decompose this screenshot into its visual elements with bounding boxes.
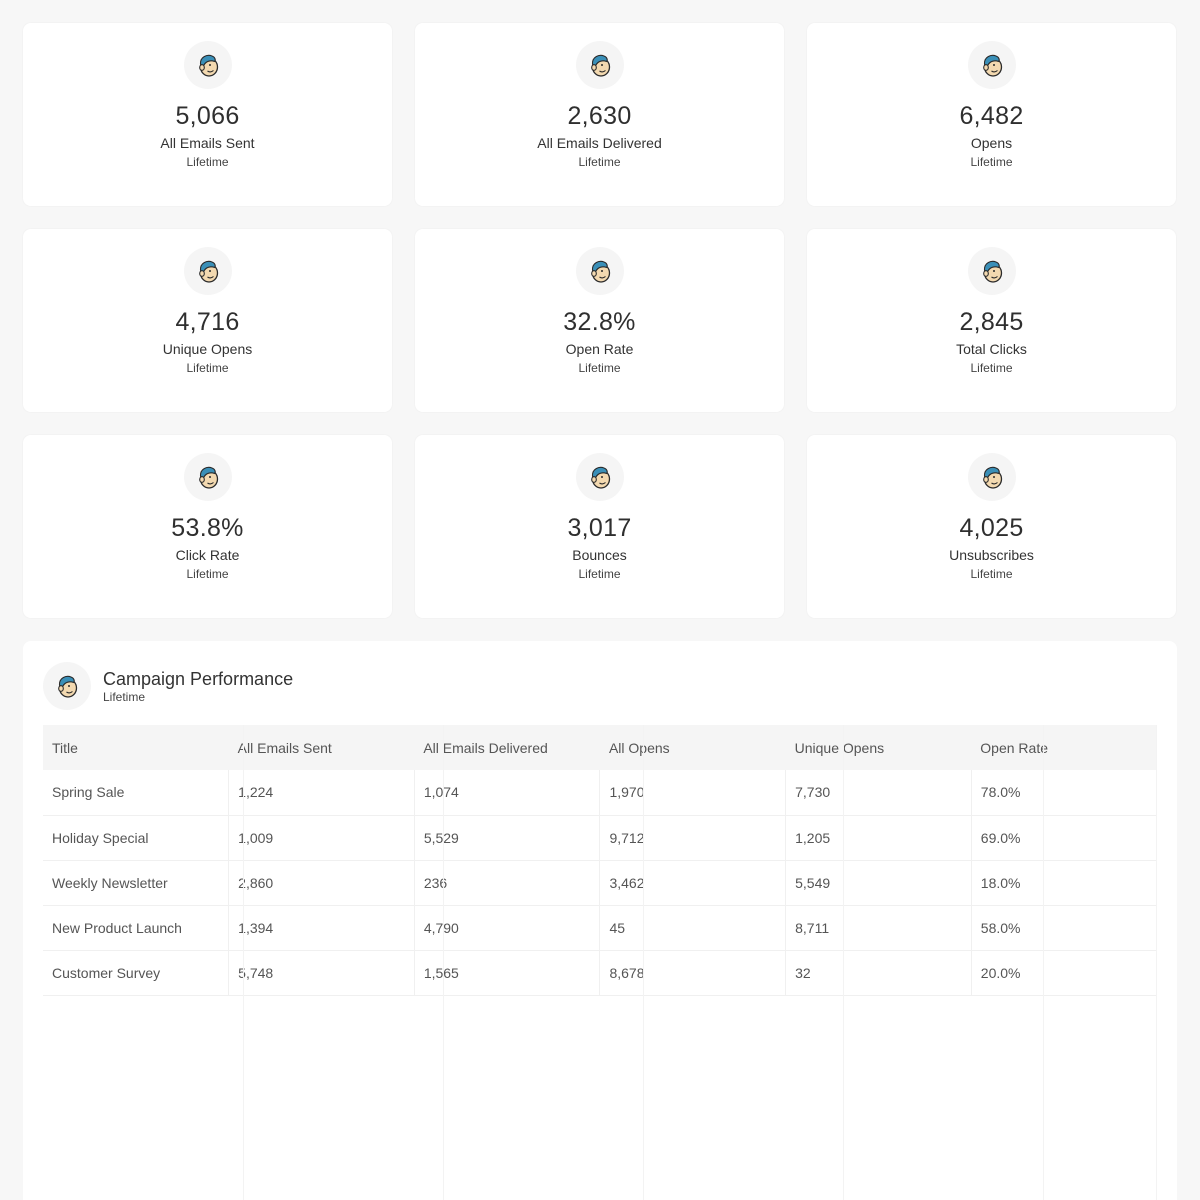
mailchimp-logo-icon bbox=[183, 41, 232, 89]
cell-all-emails-sent: 1,394 bbox=[228, 905, 415, 951]
column-header-unique-opens[interactable]: Unique Opens bbox=[785, 725, 972, 770]
metric-card-opens: 6,482 Opens Lifetime bbox=[807, 23, 1176, 206]
cell-unique-opens: 32 bbox=[785, 950, 972, 996]
metric-value: 5,066 bbox=[175, 102, 240, 130]
cell-all-emails-sent: 5,748 bbox=[228, 950, 415, 996]
metric-value: 3,017 bbox=[567, 514, 632, 542]
mailchimp-logo-icon bbox=[575, 453, 624, 501]
panel-header: Campaign Performance Lifetime bbox=[43, 662, 293, 710]
column-header-all-emails-sent[interactable]: All Emails Sent bbox=[228, 725, 415, 770]
table-row: New Product Launch 1,394 4,790 45 8,711 … bbox=[43, 905, 1157, 951]
metric-label: Unsubscribes bbox=[949, 547, 1034, 563]
metric-value: 53.8% bbox=[171, 514, 244, 542]
metric-label: All Emails Sent bbox=[160, 135, 255, 151]
metric-card-bounces: 3,017 Bounces Lifetime bbox=[415, 435, 784, 618]
column-divider bbox=[1043, 725, 1044, 1200]
column-header-all-opens[interactable]: All Opens bbox=[599, 725, 786, 770]
cell-unique-opens: 5,549 bbox=[785, 860, 972, 906]
panel-title: Campaign Performance bbox=[103, 669, 294, 689]
column-divider bbox=[643, 725, 644, 1200]
table-row: Spring Sale 1,224 1,074 1,970 7,730 78.0… bbox=[43, 770, 1157, 816]
panel-period: Lifetime bbox=[103, 690, 146, 704]
metric-card-total-clicks: 2,845 Total Clicks Lifetime bbox=[807, 229, 1176, 412]
cell-open-rate: 69.0% bbox=[970, 815, 1157, 861]
cell-all-opens: 45 bbox=[599, 905, 786, 951]
metric-period: Lifetime bbox=[578, 155, 621, 169]
cell-unique-opens: 8,711 bbox=[785, 905, 972, 951]
metric-card-open-rate: 32.8% Open Rate Lifetime bbox=[415, 229, 784, 412]
mailchimp-logo-icon bbox=[183, 453, 232, 501]
cell-all-opens: 9,712 bbox=[599, 815, 786, 861]
cell-title: Customer Survey bbox=[43, 950, 229, 996]
metric-period: Lifetime bbox=[186, 155, 229, 169]
cell-all-emails-sent: 1,224 bbox=[228, 770, 415, 816]
column-header-title[interactable]: Title bbox=[43, 725, 229, 770]
column-divider bbox=[443, 725, 444, 1200]
cell-title: New Product Launch bbox=[43, 905, 229, 951]
metric-value: 4,716 bbox=[175, 308, 240, 336]
cell-unique-opens: 7,730 bbox=[785, 770, 972, 816]
metric-label: All Emails Delivered bbox=[537, 135, 662, 151]
metric-period: Lifetime bbox=[186, 361, 229, 375]
campaign-performance-panel: Campaign Performance Lifetime Title All … bbox=[23, 641, 1177, 1200]
column-divider bbox=[843, 725, 844, 1200]
table-row: Weekly Newsletter 2,860 236 3,462 5,549 … bbox=[43, 860, 1157, 906]
cell-open-rate: 20.0% bbox=[970, 950, 1157, 996]
metric-label: Total Clicks bbox=[956, 341, 1027, 357]
mailchimp-logo-icon bbox=[43, 662, 91, 710]
metric-label: Opens bbox=[970, 135, 1013, 151]
metric-value: 32.8% bbox=[563, 308, 636, 336]
cell-open-rate: 78.0% bbox=[970, 770, 1157, 816]
metric-value: 2,630 bbox=[567, 102, 632, 130]
cell-title: Spring Sale bbox=[43, 770, 229, 816]
table-row: Holiday Special 1,009 5,529 9,712 1,205 … bbox=[43, 815, 1157, 861]
metric-label: Bounces bbox=[572, 547, 627, 563]
cell-all-opens: 1,970 bbox=[599, 770, 786, 816]
cell-open-rate: 58.0% bbox=[970, 905, 1157, 951]
metric-period: Lifetime bbox=[970, 567, 1013, 581]
metrics-grid: 5,066 All Emails Sent Lifetime 2,630 All… bbox=[23, 23, 1177, 618]
mailchimp-logo-icon bbox=[575, 247, 624, 295]
metric-period: Lifetime bbox=[186, 567, 229, 581]
metric-period: Lifetime bbox=[578, 567, 621, 581]
metric-label: Click Rate bbox=[175, 547, 240, 563]
cell-all-opens: 8,678 bbox=[599, 950, 786, 996]
metric-card-all-emails-sent: 5,066 All Emails Sent Lifetime bbox=[23, 23, 392, 206]
metric-card-unsubscribes: 4,025 Unsubscribes Lifetime bbox=[807, 435, 1176, 618]
metric-label: Unique Opens bbox=[162, 341, 253, 357]
metric-value: 2,845 bbox=[959, 308, 1024, 336]
metric-card-click-rate: 53.8% Click Rate Lifetime bbox=[23, 435, 392, 618]
cell-title: Weekly Newsletter bbox=[43, 860, 229, 906]
mailchimp-logo-icon bbox=[967, 247, 1016, 295]
metric-value: 6,482 bbox=[959, 102, 1024, 130]
mailchimp-logo-icon bbox=[967, 41, 1016, 89]
metric-label: Open Rate bbox=[565, 341, 634, 357]
cell-all-emails-sent: 2,860 bbox=[228, 860, 415, 906]
cell-unique-opens: 1,205 bbox=[785, 815, 972, 861]
cell-all-emails-sent: 1,009 bbox=[228, 815, 415, 861]
mailchimp-logo-icon bbox=[967, 453, 1016, 501]
cell-title: Holiday Special bbox=[43, 815, 229, 861]
metric-period: Lifetime bbox=[970, 155, 1013, 169]
column-header-open-rate[interactable]: Open Rate bbox=[971, 725, 1157, 770]
metric-period: Lifetime bbox=[578, 361, 621, 375]
mailchimp-logo-icon bbox=[183, 247, 232, 295]
panel-titles: Campaign Performance Lifetime bbox=[103, 668, 293, 704]
cell-open-rate: 18.0% bbox=[970, 860, 1157, 906]
metric-period: Lifetime bbox=[970, 361, 1013, 375]
metric-value: 4,025 bbox=[959, 514, 1024, 542]
column-divider bbox=[243, 725, 244, 1200]
metric-card-all-emails-delivered: 2,630 All Emails Delivered Lifetime bbox=[415, 23, 784, 206]
column-divider bbox=[1156, 725, 1157, 1200]
cell-all-opens: 3,462 bbox=[599, 860, 786, 906]
campaign-table: Title All Emails Sent All Emails Deliver… bbox=[43, 725, 1157, 996]
table-row: Customer Survey 5,748 1,565 8,678 32 20.… bbox=[43, 950, 1157, 996]
metric-card-unique-opens: 4,716 Unique Opens Lifetime bbox=[23, 229, 392, 412]
mailchimp-logo-icon bbox=[575, 41, 624, 89]
table-header-row: Title All Emails Sent All Emails Deliver… bbox=[43, 725, 1157, 770]
